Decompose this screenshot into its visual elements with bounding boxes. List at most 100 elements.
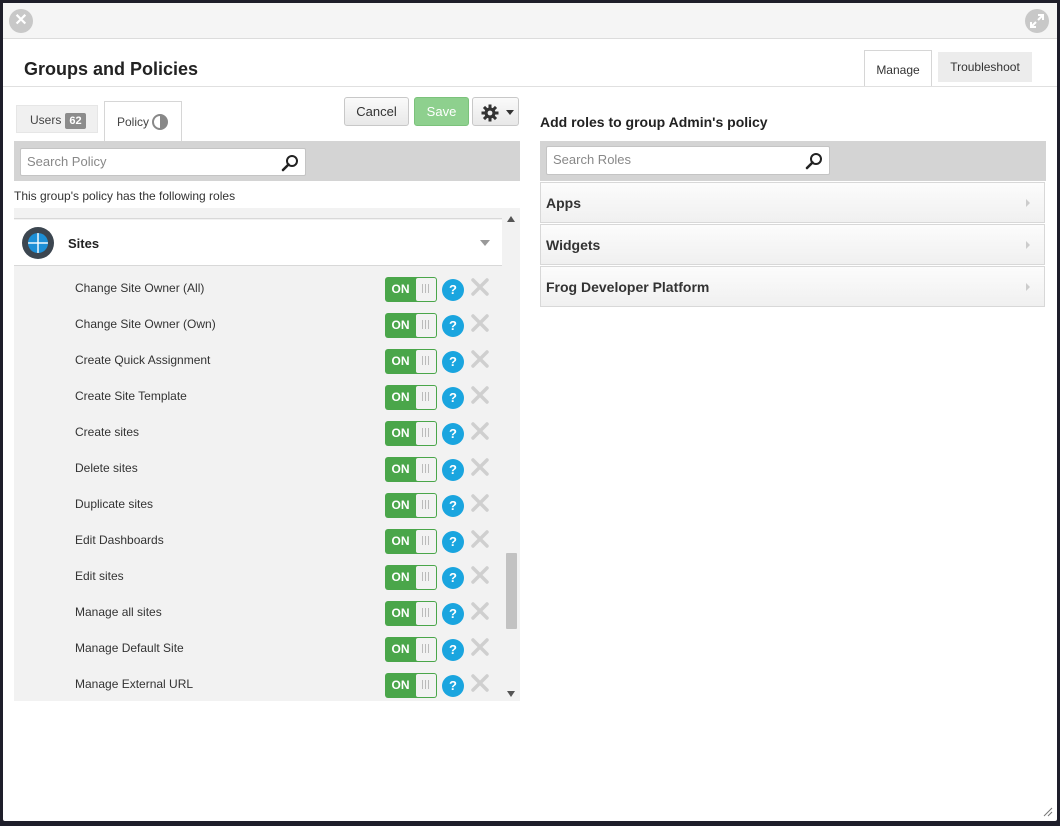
window-titlebar: ✕ [3, 3, 1057, 39]
remove-icon[interactable] [471, 566, 489, 584]
toggle-state-label: ON [391, 390, 410, 404]
toggle-state-label: ON [391, 570, 410, 584]
remove-icon[interactable] [471, 458, 489, 476]
remove-icon[interactable] [471, 674, 489, 692]
role-toggle[interactable]: ON [385, 493, 437, 518]
role-row: Edit Dashboards ON? [14, 526, 502, 562]
remove-icon[interactable] [471, 602, 489, 620]
resize-grip-icon[interactable] [1041, 805, 1053, 817]
toggle-knob [416, 530, 436, 553]
section-title: Sites [68, 236, 100, 251]
role-label: Create Quick Assignment [75, 353, 211, 367]
help-icon[interactable]: ? [442, 495, 464, 517]
search-icon[interactable] [281, 154, 299, 172]
role-label: Duplicate sites [75, 497, 154, 511]
role-toggle[interactable]: ON [385, 673, 437, 698]
toggle-knob [416, 350, 436, 373]
remove-icon[interactable] [471, 422, 489, 440]
settings-dropdown-button[interactable] [472, 97, 519, 126]
remove-icon[interactable] [471, 638, 489, 656]
role-row: Change Site Owner (All) ON? [14, 274, 502, 310]
role-label: Edit sites [75, 569, 124, 583]
toggle-knob [416, 278, 436, 301]
role-row: Create Site Template ON? [14, 382, 502, 418]
role-row: Manage Default Site ON? [14, 634, 502, 670]
chevron-down-icon[interactable] [480, 240, 490, 246]
role-toggle[interactable]: ON [385, 277, 437, 302]
roles-search-bar: Search Roles [540, 141, 1046, 181]
help-icon[interactable]: ? [442, 639, 464, 661]
toggle-knob [416, 386, 436, 409]
help-icon[interactable]: ? [442, 315, 464, 337]
scroll-up-arrow-icon[interactable] [507, 216, 515, 222]
tab-users[interactable]: Users 62 [16, 105, 98, 133]
toggle-state-label: ON [391, 426, 410, 440]
help-icon[interactable]: ? [442, 351, 464, 373]
help-icon[interactable]: ? [442, 603, 464, 625]
chevron-down-icon [506, 110, 514, 115]
policy-role-list: Sites Change Site Owner (All) ON? Change S… [14, 208, 520, 701]
category-widgets[interactable]: Widgets [540, 224, 1045, 265]
help-icon[interactable]: ? [442, 423, 464, 445]
scroll-down-arrow-icon[interactable] [507, 691, 515, 697]
chevron-right-icon [1026, 199, 1030, 207]
remove-icon[interactable] [471, 278, 489, 296]
role-toggle[interactable]: ON [385, 529, 437, 554]
policy-search-bar: Search Policy [14, 141, 520, 181]
search-roles-input[interactable]: Search Roles [546, 146, 830, 175]
search-policy-input[interactable]: Search Policy [20, 148, 306, 176]
tab-policy[interactable]: Policy [104, 101, 182, 141]
role-row: Create sites ON? [14, 418, 502, 454]
toggle-state-label: ON [391, 462, 410, 476]
role-row: Manage all sites ON? [14, 598, 502, 634]
tab-manage[interactable]: Manage [864, 50, 932, 87]
toggle-knob [416, 638, 436, 661]
tab-troubleshoot[interactable]: Troubleshoot [938, 52, 1032, 82]
role-toggle[interactable]: ON [385, 313, 437, 338]
role-label: Create Site Template [75, 389, 187, 403]
toggle-knob [416, 602, 436, 625]
globe-icon [22, 227, 54, 259]
help-icon[interactable]: ? [442, 675, 464, 697]
save-button[interactable]: Save [414, 97, 469, 126]
remove-icon[interactable] [471, 314, 489, 332]
help-icon[interactable]: ? [442, 387, 464, 409]
role-label: Manage External URL [75, 677, 194, 691]
role-toggle[interactable]: ON [385, 637, 437, 662]
help-icon[interactable]: ? [442, 459, 464, 481]
cancel-button[interactable]: Cancel [344, 97, 409, 126]
category-label: Widgets [546, 237, 601, 253]
help-icon[interactable]: ? [442, 531, 464, 553]
add-roles-title: Add roles to group Admin's policy [540, 114, 768, 130]
toggle-knob [416, 314, 436, 337]
role-toggle[interactable]: ON [385, 349, 437, 374]
help-icon[interactable]: ? [442, 567, 464, 589]
toggle-state-label: ON [391, 642, 410, 656]
scroll-thumb[interactable] [506, 553, 517, 629]
category-frog-developer-platform[interactable]: Frog Developer Platform [540, 266, 1045, 307]
list-scrollbar[interactable] [503, 208, 520, 701]
remove-icon[interactable] [471, 386, 489, 404]
role-label: Delete sites [75, 461, 138, 475]
tab-policy-label: Policy [117, 115, 150, 129]
remove-icon[interactable] [471, 350, 489, 368]
role-toggle[interactable]: ON [385, 421, 437, 446]
remove-icon[interactable] [471, 494, 489, 512]
role-toggle[interactable]: ON [385, 601, 437, 626]
role-toggle[interactable]: ON [385, 385, 437, 410]
toggle-state-label: ON [391, 498, 410, 512]
expand-icon[interactable] [1025, 9, 1049, 33]
role-toggle[interactable]: ON [385, 457, 437, 482]
toggle-state-label: ON [391, 678, 410, 692]
role-label: Change Site Owner (All) [75, 281, 205, 295]
help-icon[interactable]: ? [442, 279, 464, 301]
toggle-knob [416, 494, 436, 517]
role-toggle[interactable]: ON [385, 565, 437, 590]
role-row: Delete sites ON? [14, 454, 502, 490]
category-apps[interactable]: Apps [540, 182, 1045, 223]
role-label: Edit Dashboards [75, 533, 164, 547]
remove-icon[interactable] [471, 530, 489, 548]
close-icon[interactable]: ✕ [9, 9, 33, 33]
search-icon[interactable] [805, 152, 823, 170]
section-header-sites[interactable]: Sites [14, 220, 502, 266]
